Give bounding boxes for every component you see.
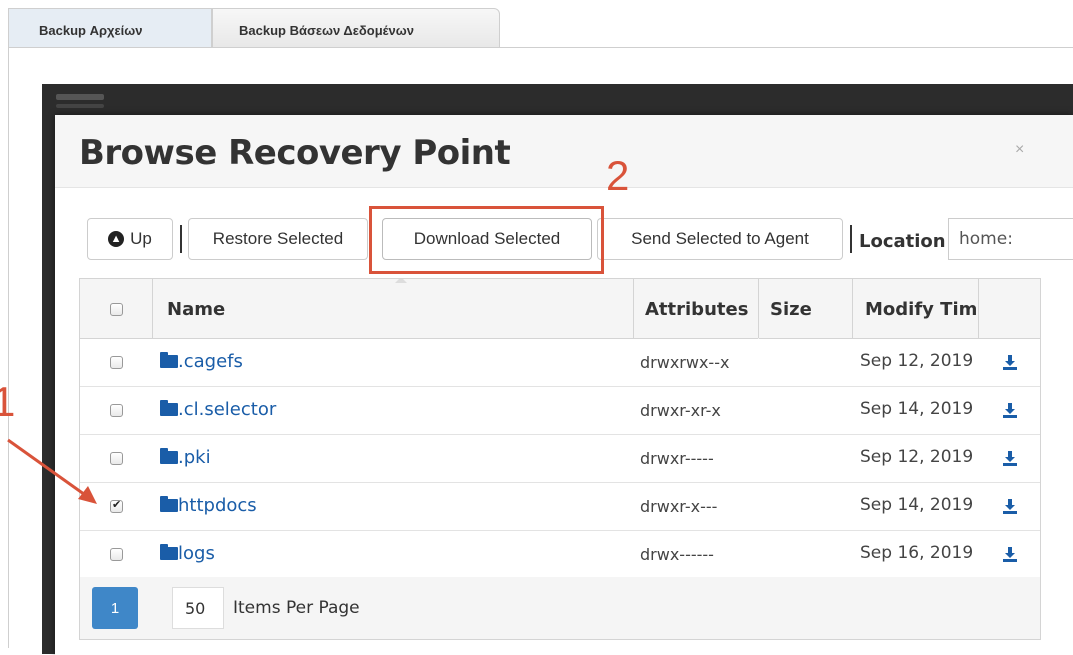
folder-icon xyxy=(160,544,178,560)
download-icon[interactable] xyxy=(1002,402,1018,418)
close-icon[interactable]: × xyxy=(1015,141,1024,159)
header-attributes[interactable]: Attributes xyxy=(645,299,748,320)
location-label: Location xyxy=(859,231,946,252)
annotation-step-2: 2 xyxy=(606,152,630,199)
download-icon[interactable] xyxy=(1002,450,1018,466)
row-checkbox[interactable] xyxy=(110,404,123,417)
folder-icon xyxy=(160,352,178,368)
modal-header: Browse Recovery Point × xyxy=(55,115,1073,188)
header-size[interactable]: Size xyxy=(770,299,812,320)
select-all-checkbox[interactable] xyxy=(110,303,123,316)
send-selected-to-agent-button[interactable]: Send Selected to Agent xyxy=(597,218,843,260)
tab-bar: Backup Αρχείων Backup Βάσεων Δεδομένων xyxy=(0,0,1073,50)
file-attributes: drwx------ xyxy=(640,545,714,564)
file-name-link[interactable]: httpdocs xyxy=(178,495,257,516)
toolbar-separator xyxy=(180,225,182,253)
file-modified: Sep 16, 2019 xyxy=(860,543,974,563)
toolbar-separator xyxy=(850,225,852,253)
table-header: Name Attributes Size Modify Tim xyxy=(80,279,1040,339)
menu-icon xyxy=(56,94,104,100)
file-modified: Sep 12, 2019 xyxy=(860,351,974,371)
table-row[interactable]: .cagefs drwxrwx--x Sep 12, 2019 xyxy=(80,339,1040,387)
annotation-step-1: 1 xyxy=(0,378,16,425)
header-modify-time[interactable]: Modify Tim xyxy=(865,299,977,320)
sort-indicator-icon xyxy=(395,279,407,283)
download-icon[interactable] xyxy=(1002,354,1018,370)
download-icon[interactable] xyxy=(1002,546,1018,562)
restore-selected-button[interactable]: Restore Selected xyxy=(188,218,368,260)
download-icon[interactable] xyxy=(1002,498,1018,514)
folder-icon xyxy=(160,496,178,512)
table-footer: 1 Items Per Page xyxy=(80,577,1040,639)
column-divider xyxy=(758,279,759,338)
file-table: Name Attributes Size Modify Tim .cagefs … xyxy=(79,278,1041,640)
items-per-page-label: Items Per Page xyxy=(233,598,360,618)
table-row[interactable]: .cl.selector drwxr-xr-x Sep 14, 2019 xyxy=(80,387,1040,435)
header-name[interactable]: Name xyxy=(167,299,225,320)
file-modified: Sep 14, 2019 xyxy=(860,399,974,419)
up-button[interactable]: ▲ Up xyxy=(87,218,173,260)
file-name-link[interactable]: .pki xyxy=(178,447,211,468)
tab-file-backup[interactable]: Backup Αρχείων xyxy=(8,8,212,48)
file-attributes: drwxr----- xyxy=(640,449,714,468)
file-attributes: drwxr-xr-x xyxy=(640,401,721,420)
arrow-up-circle-icon: ▲ xyxy=(108,231,125,247)
menu-icon-line xyxy=(56,104,104,108)
file-name-link[interactable]: .cl.selector xyxy=(178,399,276,420)
file-name-link[interactable]: logs xyxy=(178,543,215,564)
browse-recovery-point-modal: Browse Recovery Point × ▲ Up Restore Sel… xyxy=(55,115,1073,655)
file-attributes: drwxrwx--x xyxy=(640,353,730,372)
items-per-page-input[interactable] xyxy=(172,587,224,629)
folder-icon xyxy=(160,400,178,416)
table-row[interactable]: httpdocs drwxr-x--- Sep 14, 2019 xyxy=(80,483,1040,531)
file-modified: Sep 12, 2019 xyxy=(860,447,974,467)
page-button-current[interactable]: 1 xyxy=(92,587,138,629)
row-checkbox-checked[interactable] xyxy=(110,498,123,513)
file-modified: Sep 14, 2019 xyxy=(860,495,974,515)
up-button-label: Up xyxy=(130,229,152,248)
annotation-highlight-box xyxy=(369,206,604,274)
file-name-link[interactable]: .cagefs xyxy=(178,351,243,372)
modal-title: Browse Recovery Point xyxy=(79,133,511,173)
file-attributes: drwxr-x--- xyxy=(640,497,718,516)
table-row[interactable]: logs drwx------ Sep 16, 2019 xyxy=(80,531,1040,579)
folder-icon xyxy=(160,448,178,464)
row-checkbox[interactable] xyxy=(110,356,123,369)
row-checkbox[interactable] xyxy=(110,452,123,465)
tab-database-backup[interactable]: Backup Βάσεων Δεδομένων xyxy=(212,8,500,48)
row-checkbox[interactable] xyxy=(110,548,123,561)
table-row[interactable]: .pki drwxr----- Sep 12, 2019 xyxy=(80,435,1040,483)
location-input[interactable] xyxy=(948,218,1073,260)
